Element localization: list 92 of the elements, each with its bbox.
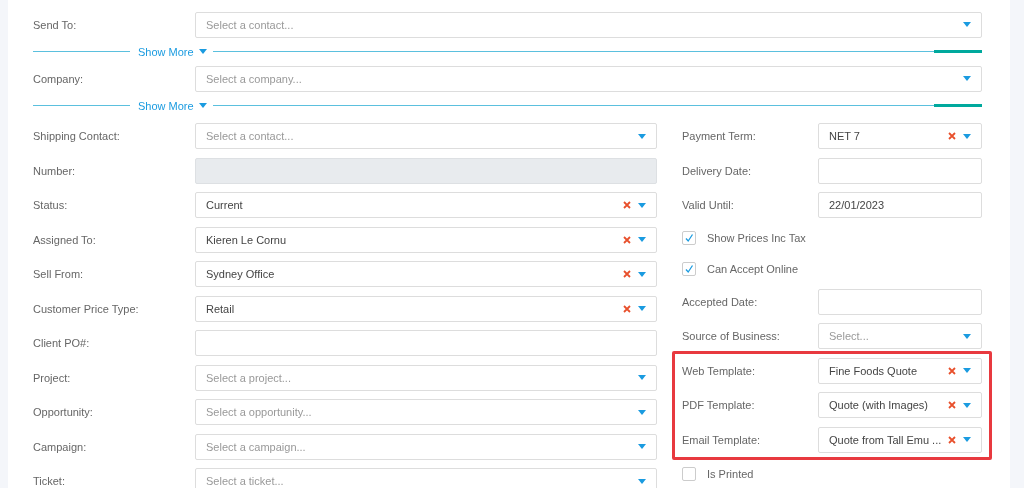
select-value: Quote (with Images) bbox=[829, 399, 929, 412]
select-field[interactable]: Select a campaign... bbox=[195, 433, 657, 460]
caret-icon[interactable] bbox=[638, 133, 646, 139]
field-label: Status: bbox=[33, 199, 69, 212]
select-field[interactable]: Select... bbox=[818, 323, 982, 350]
select-value: Fine Foods Quote bbox=[829, 364, 918, 377]
field-label: Number: bbox=[33, 164, 77, 177]
caret-icon[interactable] bbox=[963, 133, 971, 139]
caret-icon[interactable] bbox=[963, 437, 971, 443]
select-field[interactable]: Quote from Tall Emu ... bbox=[818, 426, 982, 453]
select-value: Retail bbox=[206, 302, 235, 315]
caret-icon[interactable] bbox=[638, 478, 646, 484]
field-label: Ticket: bbox=[33, 475, 66, 488]
caret-icon[interactable] bbox=[638, 306, 646, 312]
select-field[interactable]: Select a project... bbox=[195, 364, 657, 391]
checkbox[interactable] bbox=[682, 466, 696, 481]
show-more-link[interactable]: Show More bbox=[138, 99, 194, 112]
clear-icon[interactable] bbox=[623, 270, 631, 279]
field-label: Valid Until: bbox=[682, 199, 735, 212]
field-label: Web Template: bbox=[682, 364, 756, 377]
select-value: Kieren Le Cornu bbox=[206, 233, 287, 246]
show-more-link[interactable]: Show More bbox=[138, 45, 194, 58]
checkbox[interactable] bbox=[682, 231, 696, 245]
caret-icon[interactable] bbox=[198, 103, 207, 108]
field-label: Project: bbox=[33, 371, 72, 384]
checkbox-label: Can Accept Online bbox=[707, 263, 799, 275]
field-label: Send To: bbox=[33, 18, 78, 31]
clear-icon[interactable] bbox=[623, 235, 631, 244]
select-field[interactable]: Fine Foods Quote bbox=[818, 357, 982, 384]
text-field[interactable] bbox=[818, 157, 982, 184]
select-placeholder: Select a contact... bbox=[206, 130, 294, 143]
field-label: Source of Business: bbox=[682, 330, 781, 343]
caret-icon[interactable] bbox=[963, 333, 971, 339]
select-placeholder: Select... bbox=[829, 330, 869, 343]
field-label: PDF Template: bbox=[682, 399, 756, 412]
caret-icon[interactable] bbox=[638, 202, 646, 208]
select-placeholder: Select a ticket... bbox=[206, 475, 284, 488]
caret-icon[interactable] bbox=[638, 375, 646, 381]
field-label: Shipping Contact: bbox=[33, 130, 121, 143]
select-placeholder: Select a project... bbox=[206, 371, 291, 384]
select-placeholder: Select a company... bbox=[206, 72, 302, 85]
checkbox-label: Is Printed bbox=[707, 467, 754, 480]
clear-icon[interactable] bbox=[948, 435, 956, 444]
text-field[interactable] bbox=[195, 330, 657, 357]
field-label: Delivery Date: bbox=[682, 164, 753, 177]
select-value: NET 7 bbox=[829, 130, 860, 143]
caret-icon[interactable] bbox=[963, 402, 971, 408]
field-label: Customer Price Type: bbox=[33, 302, 140, 315]
select-field[interactable]: Select a contact... bbox=[195, 11, 982, 38]
checkbox[interactable] bbox=[682, 262, 696, 276]
field-label: Payment Term: bbox=[682, 130, 757, 143]
select-value: Sydney Office bbox=[206, 268, 275, 281]
select-field[interactable]: NET 7 bbox=[818, 123, 982, 150]
clear-icon[interactable] bbox=[948, 132, 956, 141]
caret-icon[interactable] bbox=[963, 76, 971, 81]
caret-icon[interactable] bbox=[963, 22, 971, 27]
text-field[interactable]: 22/01/2023 bbox=[818, 192, 982, 219]
caret-icon[interactable] bbox=[638, 271, 646, 277]
clear-icon[interactable] bbox=[948, 366, 956, 375]
field-label: Assigned To: bbox=[33, 233, 97, 246]
field-label: Sell From: bbox=[33, 268, 85, 281]
select-field[interactable]: Select a ticket... bbox=[195, 468, 657, 488]
select-placeholder: Select a campaign... bbox=[206, 440, 306, 453]
select-field[interactable]: Select a opportunity... bbox=[195, 399, 657, 426]
select-field[interactable]: Select a contact... bbox=[195, 123, 657, 150]
field-label: Campaign: bbox=[33, 440, 88, 453]
checkbox-label: Show Prices Inc Tax bbox=[707, 232, 806, 244]
field-label: Email Template: bbox=[682, 433, 762, 446]
caret-icon[interactable] bbox=[963, 368, 971, 374]
caret-icon[interactable] bbox=[638, 444, 646, 450]
field-label: Company: bbox=[33, 72, 85, 85]
select-field[interactable]: Select a company... bbox=[195, 65, 982, 92]
caret-icon[interactable] bbox=[638, 237, 646, 243]
select-field[interactable]: Retail bbox=[195, 295, 657, 322]
select-field[interactable]: Kieren Le Cornu bbox=[195, 226, 657, 253]
select-field[interactable]: Current bbox=[195, 192, 657, 219]
field-label: Accepted Date: bbox=[682, 295, 759, 308]
select-field[interactable]: Sydney Office bbox=[195, 261, 657, 288]
caret-icon[interactable] bbox=[198, 49, 207, 54]
select-placeholder: Select a opportunity... bbox=[206, 406, 312, 419]
clear-icon[interactable] bbox=[623, 304, 631, 313]
field-value: 22/01/2023 bbox=[829, 199, 885, 212]
field-label: Opportunity: bbox=[33, 406, 94, 419]
caret-icon[interactable] bbox=[638, 409, 646, 415]
select-field[interactable]: Quote (with Images) bbox=[818, 392, 982, 419]
clear-icon[interactable] bbox=[948, 401, 956, 410]
select-value: Quote from Tall Emu ... bbox=[829, 433, 942, 446]
clear-icon[interactable] bbox=[623, 201, 631, 210]
field-label: Client PO#: bbox=[33, 337, 91, 350]
select-placeholder: Select a contact... bbox=[206, 18, 294, 31]
select-value: Current bbox=[206, 199, 243, 212]
text-field[interactable] bbox=[818, 288, 982, 315]
